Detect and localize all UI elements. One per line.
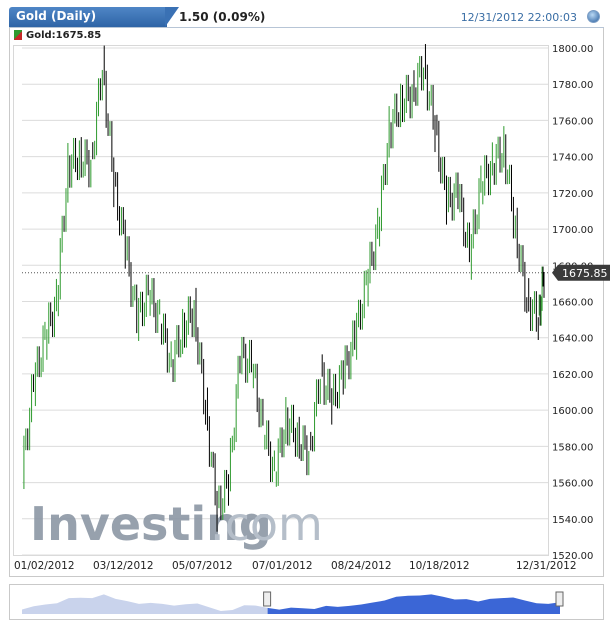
- x-axis-ticks: 01/02/2012 03/12/2012 05/07/2012 07/01/2012…: [14, 560, 577, 572]
- y-tick-label: 1800.00: [552, 44, 593, 55]
- y-tick-label: 1620.00: [552, 370, 593, 381]
- navigator-frame[interactable]: [9, 584, 604, 620]
- investing-watermark: Investing .com: [30, 497, 323, 551]
- x-tick-label: 03/12/2012: [93, 560, 154, 572]
- grid-lines: [22, 47, 548, 556]
- y-tick-label: 1580.00: [552, 442, 593, 453]
- y-tick-label: 1600.00: [552, 406, 593, 417]
- y-tick-label: 1740.00: [552, 153, 593, 164]
- x-tick-label: 12/31/2012: [516, 560, 577, 572]
- y-axis-ticks: 1520.001540.001560.001580.001600.001620.…: [552, 44, 593, 562]
- x-tick-label: 05/07/2012: [172, 560, 233, 572]
- y-tick-label: 1560.00: [552, 479, 593, 490]
- y-tick-label: 1720.00: [552, 189, 593, 200]
- y-tick-label: 1540.00: [552, 515, 593, 526]
- price-tag-text: 1675.85: [562, 267, 608, 280]
- price-series: [23, 44, 545, 532]
- y-tick-label: 1660.00: [552, 298, 593, 309]
- price-chart[interactable]: Investing .com 1520.001540.001560.001580…: [0, 0, 613, 627]
- y-tick-label: 1760.00: [552, 116, 593, 127]
- y-tick-label: 1700.00: [552, 225, 593, 236]
- x-tick-label: 10/18/2012: [409, 560, 470, 572]
- last-price-tag: 1675.85: [552, 264, 610, 281]
- watermark-suffix: .com: [210, 497, 323, 551]
- y-tick-label: 1780.00: [552, 80, 593, 91]
- x-tick-label: 07/01/2012: [252, 560, 313, 572]
- x-tick-label: 08/24/2012: [331, 560, 392, 572]
- y-tick-label: 1640.00: [552, 334, 593, 345]
- x-tick-label: 01/02/2012: [14, 560, 75, 572]
